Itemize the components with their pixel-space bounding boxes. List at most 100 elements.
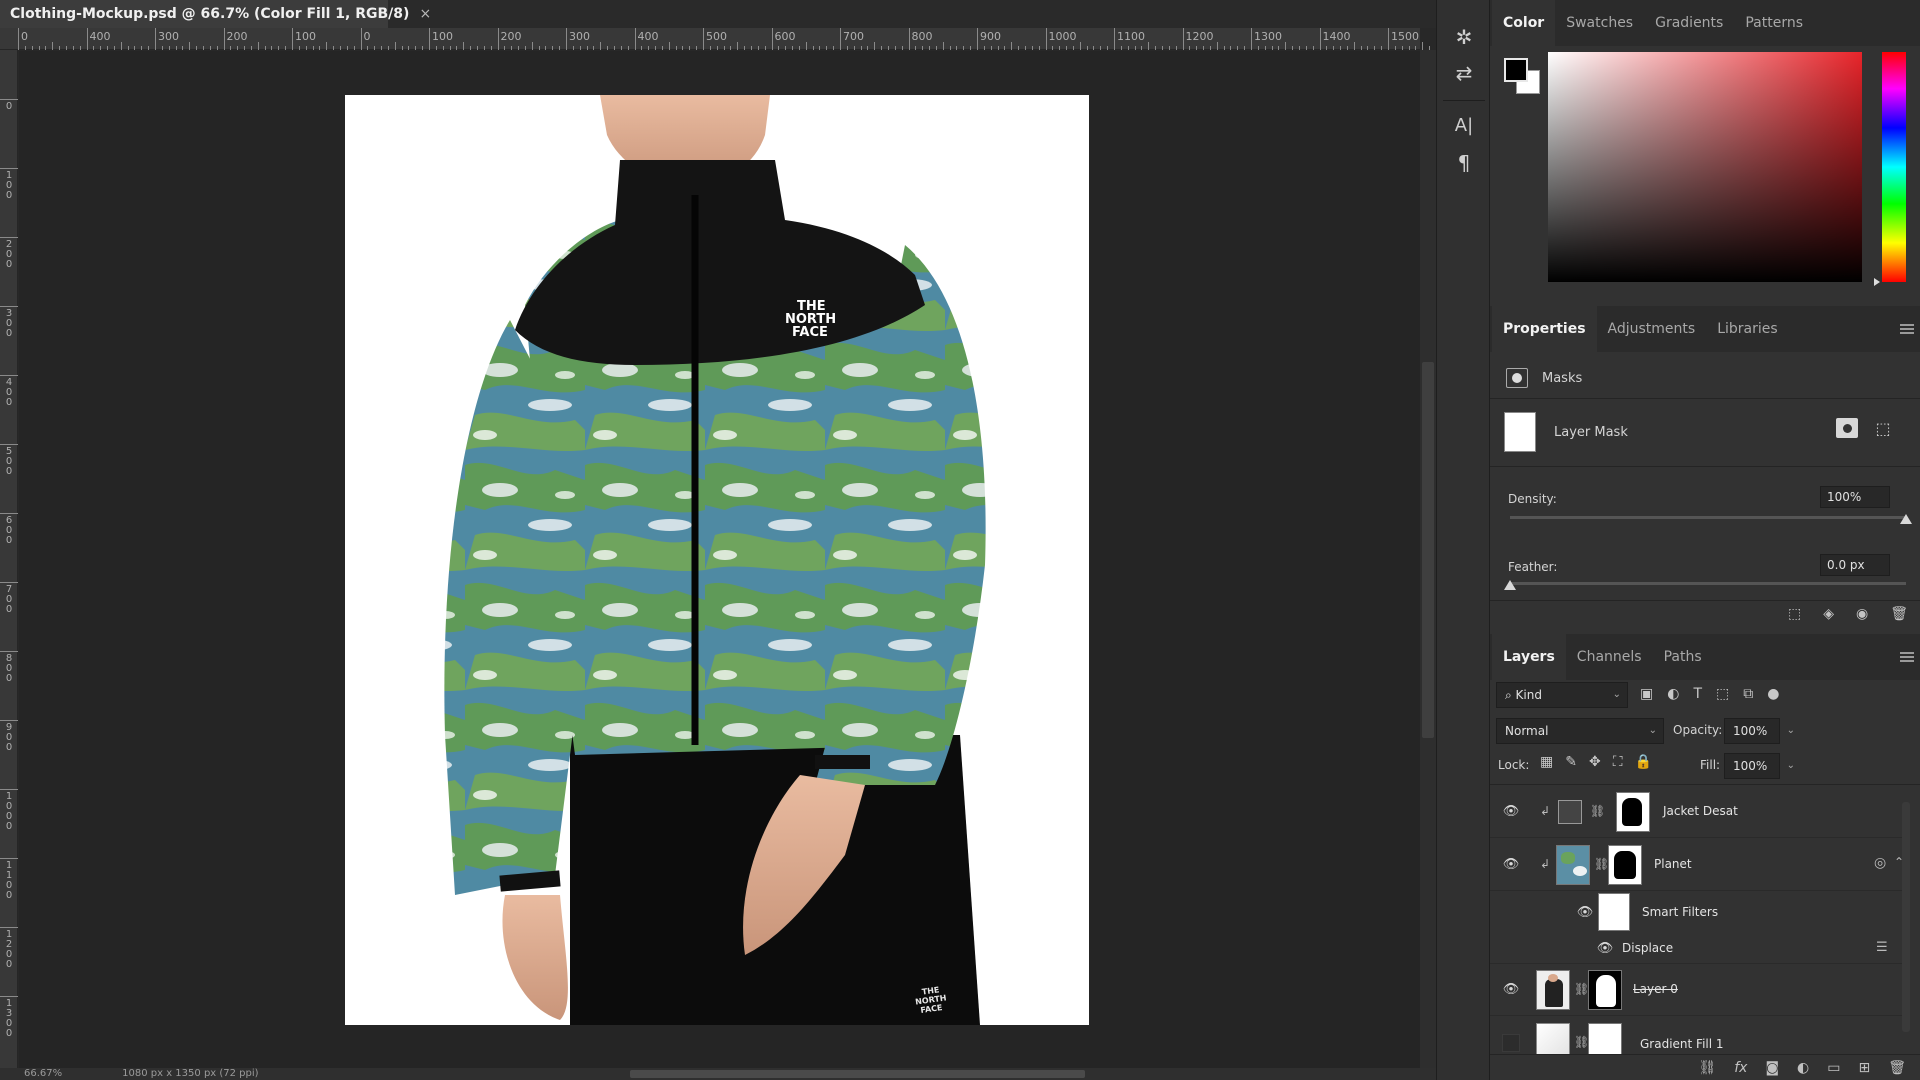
smart-filter-mask-thumbnail[interactable] — [1598, 893, 1630, 931]
tab-properties[interactable]: Properties — [1492, 306, 1597, 352]
visibility-eye-icon[interactable]: 👁 — [1502, 803, 1520, 821]
close-tab-icon[interactable]: × — [419, 6, 431, 22]
fill-input[interactable]: 100% ⌄ — [1724, 753, 1795, 779]
layer-mask-thumbnail[interactable] — [1608, 845, 1642, 885]
horizontal-ruler[interactable]: 0 400 300 200 100 0 100 200 300 400 500 600 700 800 90… — [0, 28, 1451, 50]
canvas-horizontal-scroll-thumb[interactable] — [630, 1070, 1085, 1078]
adjustment-layer-icon[interactable] — [1558, 800, 1582, 824]
filter-shape-icon[interactable]: ⬚ — [1716, 686, 1729, 702]
tab-libraries[interactable]: Libraries — [1706, 306, 1788, 352]
density-slider[interactable] — [1510, 516, 1906, 519]
layer-row-layer-0[interactable]: 👁 ⛓ Layer 0 — [1490, 964, 1910, 1016]
group-icon[interactable]: ▭ — [1827, 1060, 1840, 1076]
link-icon[interactable]: ⛓ — [1594, 857, 1609, 871]
blend-mode-select[interactable]: Normal ⌄ — [1496, 718, 1664, 744]
ruler-minor-tick — [1278, 46, 1280, 50]
filter-name[interactable]: Displace — [1622, 941, 1673, 955]
load-selection-icon[interactable]: ⬚ — [1788, 606, 1801, 622]
puppet-warp-icon[interactable]: ✲ — [1449, 22, 1479, 52]
lock-position-icon[interactable]: ✥ — [1589, 754, 1601, 770]
color-picker-field[interactable] — [1548, 52, 1862, 282]
smart-filters-label[interactable]: Smart Filters — [1642, 905, 1718, 919]
lock-artboard-icon[interactable]: ⛶ — [1613, 754, 1623, 770]
link-icon[interactable]: ⛓ — [1590, 804, 1605, 818]
density-slider-thumb[interactable] — [1900, 514, 1912, 524]
apply-mask-icon[interactable]: ◈ — [1823, 606, 1834, 622]
fx-icon[interactable]: fx — [1734, 1060, 1747, 1076]
zoom-readout[interactable]: 66.67% — [24, 1068, 62, 1080]
adjustment-icon[interactable]: ◐ — [1797, 1060, 1809, 1076]
layer-mask-thumbnail[interactable] — [1616, 792, 1650, 832]
lock-transparency-icon[interactable]: ▦ — [1540, 754, 1553, 770]
link-icon[interactable]: ⛓ — [1574, 982, 1589, 996]
document-tab[interactable]: Clothing-Mockup.psd @ 66.7% (Color Fill … — [0, 0, 431, 28]
lock-all-icon[interactable]: 🔒 — [1635, 754, 1652, 770]
toggle-mask-visibility-icon[interactable]: ◉ — [1856, 606, 1868, 622]
visibility-eye-icon[interactable]: 👁 — [1502, 981, 1520, 999]
density-input[interactable]: 100% — [1820, 486, 1890, 508]
visibility-toggle-empty[interactable] — [1502, 1034, 1520, 1052]
layer-mask-thumbnail[interactable] — [1504, 412, 1536, 452]
tab-paths[interactable]: Paths — [1653, 634, 1713, 680]
layer-name[interactable]: Planet — [1654, 857, 1692, 871]
tab-gradients[interactable]: Gradients — [1644, 0, 1734, 46]
delete-mask-icon[interactable]: 🗑 — [1890, 606, 1908, 622]
layers-panel-scrollbar[interactable] — [1902, 802, 1910, 1032]
visibility-eye-icon[interactable]: 👁 — [1502, 856, 1520, 874]
trash-icon[interactable]: 🗑 — [1888, 1060, 1906, 1076]
smart-filters-row[interactable]: 👁 Smart Filters — [1490, 892, 1910, 934]
layer-0-thumbnail[interactable] — [1536, 970, 1570, 1010]
document-canvas[interactable]: THE NORTH FACE THE NORTH FACE — [345, 95, 1089, 1025]
filter-type-icon[interactable]: T — [1693, 686, 1702, 702]
tab-swatches[interactable]: Swatches — [1555, 0, 1644, 46]
layer-name[interactable]: Layer 0 — [1633, 982, 1678, 996]
layer-name[interactable]: Gradient Fill 1 — [1640, 1037, 1724, 1051]
tab-adjustments[interactable]: Adjustments — [1597, 306, 1707, 352]
feather-slider-thumb[interactable] — [1504, 580, 1516, 590]
new-layer-icon[interactable]: ⊞ — [1858, 1060, 1870, 1076]
displace-filter-row[interactable]: 👁 Displace ☰ — [1490, 934, 1910, 964]
document-size-readout[interactable]: 1080 px x 1350 px (72 ppi) — [122, 1068, 258, 1080]
paragraph-icon[interactable]: ¶ — [1449, 148, 1479, 178]
select-pixel-mask-icon[interactable] — [1836, 418, 1858, 438]
properties-panel-menu-icon[interactable] — [1900, 324, 1914, 334]
layer-mask-thumbnail[interactable] — [1588, 970, 1622, 1010]
layers-panel-menu-icon[interactable] — [1900, 652, 1914, 662]
filter-toggle-icon[interactable]: ● — [1767, 686, 1779, 702]
lock-image-pixels-icon[interactable]: ✎ — [1565, 754, 1577, 770]
foreground-color-swatch[interactable] — [1504, 58, 1528, 82]
hue-slider[interactable] — [1882, 52, 1906, 282]
filter-adjustment-icon[interactable]: ◐ — [1667, 686, 1679, 702]
tab-patterns[interactable]: Patterns — [1734, 0, 1814, 46]
feather-input[interactable]: 0.0 px — [1820, 554, 1890, 576]
chevron-down-icon[interactable]: ⌄ — [1787, 754, 1795, 778]
add-vector-mask-icon[interactable]: ⬚ — [1872, 418, 1894, 438]
feather-slider[interactable] — [1510, 582, 1906, 585]
planet-thumbnail[interactable] — [1556, 845, 1590, 885]
filter-blending-options-icon[interactable]: ☰ — [1876, 940, 1888, 955]
link-icon[interactable]: ⛓ — [1574, 1035, 1589, 1049]
layer-filter-kind[interactable]: ⌕ Kind ⌄ — [1496, 682, 1628, 708]
ruler-minor-tick — [1415, 46, 1417, 50]
filter-pixel-icon[interactable]: ▣ — [1640, 686, 1653, 702]
adjust-icon[interactable]: ⇄ — [1449, 58, 1479, 88]
layer-row-planet[interactable]: 👁 ↲ ⛓ Planet ◎ ⌃ — [1490, 839, 1910, 891]
character-icon[interactable]: A| — [1449, 110, 1479, 140]
canvas-area[interactable]: THE NORTH FACE THE NORTH FACE — [19, 51, 1420, 1068]
tab-layers[interactable]: Layers — [1492, 634, 1566, 680]
canvas-vertical-scrollbar[interactable] — [1420, 50, 1436, 1068]
hue-slider-marker[interactable] — [1874, 278, 1880, 286]
layer-row-jacket-desat[interactable]: 👁 ↲ ⛓ Jacket Desat — [1490, 786, 1910, 838]
canvas-vertical-scroll-thumb[interactable] — [1422, 362, 1434, 738]
tab-color[interactable]: Color — [1492, 0, 1556, 46]
vertical-ruler[interactable]: 0100200300400500600700800900100011001200… — [0, 50, 18, 1068]
chevron-down-icon[interactable]: ⌄ — [1787, 719, 1795, 743]
layer-name[interactable]: Jacket Desat — [1663, 804, 1738, 818]
visibility-eye-icon[interactable]: 👁 — [1576, 904, 1594, 922]
opacity-input[interactable]: 100% ⌄ — [1724, 718, 1795, 744]
filter-smart-object-icon[interactable]: ⧉ — [1743, 686, 1753, 702]
visibility-eye-icon[interactable]: 👁 — [1596, 940, 1614, 958]
link-layers-icon[interactable]: ⛓ — [1698, 1060, 1716, 1076]
add-mask-icon[interactable]: ◙ — [1765, 1060, 1779, 1076]
tab-channels[interactable]: Channels — [1566, 634, 1653, 680]
